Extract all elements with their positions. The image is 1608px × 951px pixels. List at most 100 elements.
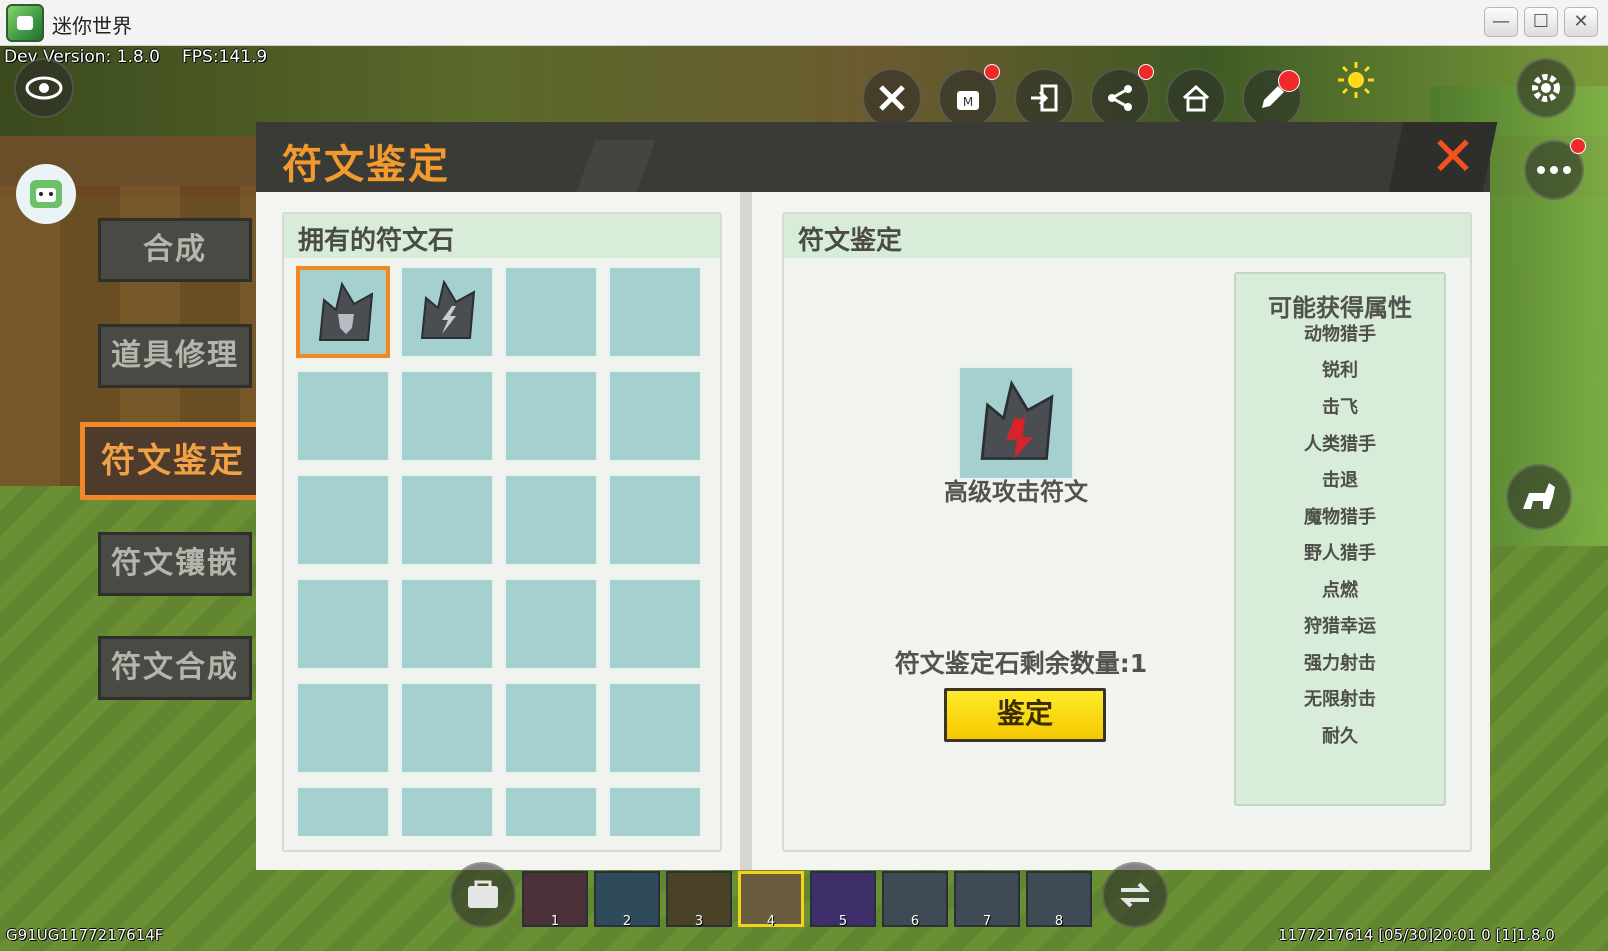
pet-button[interactable] [1506, 464, 1572, 530]
home-button[interactable] [1166, 68, 1226, 128]
rune-slot[interactable] [400, 682, 494, 774]
nav-rune-identify[interactable]: 符文鉴定 [80, 422, 266, 500]
close-panel-button[interactable]: ✕ [1428, 130, 1478, 184]
backpack-icon [468, 880, 498, 908]
dog-icon [1523, 483, 1555, 509]
hotbar-number: 4 [766, 914, 776, 929]
swap-icon [1120, 882, 1150, 908]
rune-slot[interactable] [504, 578, 598, 670]
window-titlebar: 迷你世界 — ☐ ✕ [0, 0, 1608, 46]
settings-button[interactable] [1516, 58, 1576, 118]
rune-identify-panel: 符文鉴定 ✕ 拥有的符文石 符文鉴定 高级攻击符文 符文鉴定石剩余数量:1 鉴定… [256, 122, 1498, 870]
rune-slot[interactable] [504, 474, 598, 566]
panel-title: 符文鉴定 [282, 142, 450, 188]
eye-button[interactable] [14, 58, 74, 118]
possible-attributes-box: 可能获得属性 动物猎手 锐利 击飞 人类猎手 击退 魔物猎手 野人猎手 点燃 狩… [1234, 272, 1446, 806]
hotbar-number: 5 [838, 914, 848, 929]
more-notification-dot [1570, 138, 1586, 154]
shop-notification-dot [984, 64, 1000, 80]
tools-icon [879, 85, 905, 111]
owned-runes-title: 拥有的符文石 [298, 226, 455, 256]
rune-slot[interactable] [400, 370, 494, 462]
rune-slot[interactable] [296, 474, 390, 566]
panel-header: 符文鉴定 ✕ [256, 122, 1498, 192]
nav-craft[interactable]: 合成 [98, 218, 252, 282]
gear-icon [1532, 74, 1560, 102]
fps-label: FPS:141.9 [182, 47, 268, 67]
lightning-rune-icon [420, 279, 476, 339]
rune-slot[interactable] [400, 578, 494, 670]
panel-divider [740, 192, 752, 870]
nav-rune-merge[interactable]: 符文合成 [98, 636, 252, 700]
attribute-item: 人类猎手 [1304, 434, 1376, 455]
window-title: 迷你世界 [52, 14, 132, 38]
exit-button[interactable] [1014, 68, 1074, 128]
avatar-icon [30, 180, 62, 208]
avatar-button[interactable] [16, 164, 76, 224]
rune-slot[interactable] [400, 786, 494, 836]
enter-exit-icon [1031, 84, 1058, 112]
svg-text:M: M [963, 95, 973, 109]
eye-icon [25, 76, 63, 100]
identify-button[interactable]: 鉴定 [944, 688, 1106, 742]
attribute-item: 锐利 [1322, 360, 1358, 381]
hotbar-swap-button[interactable] [1102, 862, 1168, 928]
rune-grid [296, 266, 700, 836]
hotbar-number: 1 [550, 914, 560, 929]
window-close-button[interactable]: ✕ [1564, 7, 1598, 37]
attribute-item: 动物猎手 [1304, 324, 1376, 345]
app-icon [6, 4, 44, 42]
backpack-button[interactable] [450, 862, 516, 928]
home-icon [1182, 84, 1210, 112]
rune-slot[interactable] [400, 474, 494, 566]
attribute-item: 无限射击 [1304, 689, 1376, 710]
more-dots-icon [1537, 166, 1571, 174]
nav-rune-inlay[interactable]: 符文镶嵌 [98, 532, 252, 596]
sun-icon[interactable] [1336, 60, 1376, 100]
shield-rune-icon [318, 281, 374, 341]
rune-slot[interactable] [400, 266, 494, 358]
attribute-item: 点燃 [1322, 580, 1358, 601]
rune-slot[interactable] [608, 578, 700, 670]
minimize-button[interactable]: — [1484, 7, 1518, 37]
attack-rune-icon [980, 379, 1054, 460]
rune-slot-selected[interactable] [296, 266, 390, 358]
hotbar-number: 3 [694, 914, 704, 929]
hotbar-number: 8 [1054, 914, 1064, 929]
nav-item-repair[interactable]: 道具修理 [98, 324, 252, 388]
rune-slot[interactable] [608, 682, 700, 774]
attribute-item: 击退 [1322, 470, 1358, 491]
attribute-item: 耐久 [1322, 726, 1358, 747]
rune-slot[interactable] [608, 474, 700, 566]
attribute-item: 野人猎手 [1304, 543, 1376, 564]
hotbar-number: 2 [622, 914, 632, 929]
rune-slot[interactable] [504, 370, 598, 462]
identify-title: 符文鉴定 [798, 226, 903, 256]
edit-notification-dot [1278, 70, 1300, 92]
rune-slot[interactable] [296, 682, 390, 774]
player-id-label: G91UG1177217614F [6, 926, 164, 944]
rune-slot[interactable] [504, 786, 598, 836]
rune-slot[interactable] [608, 266, 700, 358]
rune-slot[interactable] [608, 786, 700, 836]
rune-slot[interactable] [608, 370, 700, 462]
attribute-item: 强力射击 [1304, 653, 1376, 674]
rune-slot[interactable] [504, 266, 598, 358]
possible-attributes-title: 可能获得属性 [1268, 294, 1412, 322]
identify-item-name: 高级攻击符文 [944, 478, 1088, 506]
rune-slot[interactable] [296, 370, 390, 462]
share-icon [1108, 85, 1132, 111]
maximize-button[interactable]: ☐ [1524, 7, 1558, 37]
hotbar-number: 6 [910, 914, 920, 929]
attribute-item: 魔物猎手 [1304, 507, 1376, 528]
rune-slot[interactable] [296, 578, 390, 670]
shop-bag-icon: M [957, 91, 979, 110]
tools-button[interactable] [862, 68, 922, 128]
rune-slot[interactable] [504, 682, 598, 774]
remaining-stones-label: 符文鉴定石剩余数量:1 [894, 649, 1148, 678]
share-notification-dot [1138, 64, 1154, 80]
owned-runes-panel: 拥有的符文石 [282, 212, 722, 852]
rune-slot[interactable] [296, 786, 390, 836]
identify-item-slot[interactable] [958, 366, 1074, 480]
attribute-item: 狩猎幸运 [1304, 616, 1376, 637]
